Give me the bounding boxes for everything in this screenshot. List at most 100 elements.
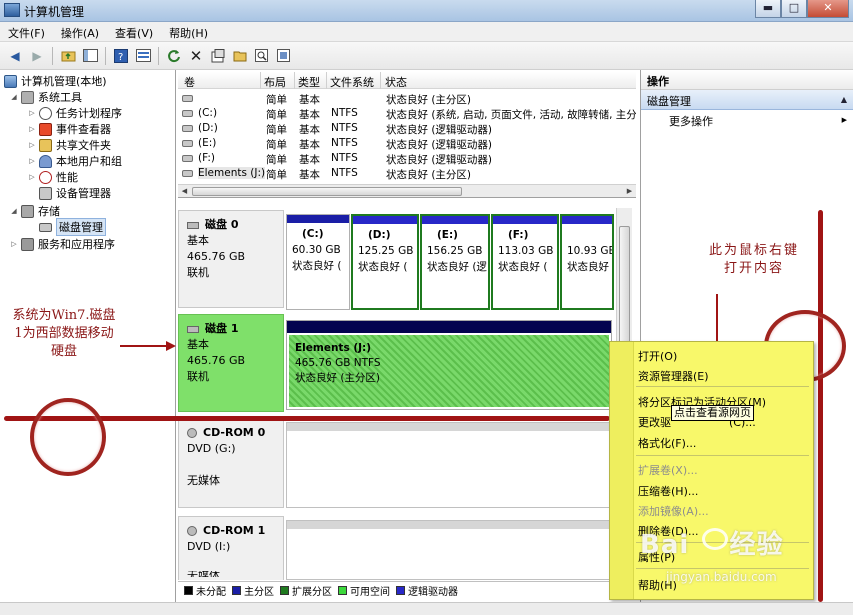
volume-list-header: 卷 布局 类型 文件系统 状态 <box>178 72 636 89</box>
table-row[interactable]: (F:) 简单 基本 NTFS 状态良好 (逻辑驱动器) <box>178 151 636 166</box>
disk-name: CD-ROM 1 <box>187 523 275 539</box>
tree-item-services[interactable]: ▷ 服务和应用程序 <box>10 236 115 252</box>
menu-item-format[interactable]: 格式化(F)... <box>638 435 696 451</box>
scroll-left-icon[interactable]: ◀ <box>178 185 191 198</box>
menu-file[interactable]: 文件(F) <box>0 22 53 41</box>
partition-status: 状态良好 ( <box>358 261 408 273</box>
delete-icon[interactable]: ✕ <box>187 47 205 65</box>
column-divider[interactable] <box>380 72 381 89</box>
menu-item-add-mirror[interactable]: 添加镜像(A)... <box>638 503 709 519</box>
expand-icon[interactable]: ▷ <box>28 109 36 117</box>
expand-icon[interactable]: ▷ <box>28 141 36 149</box>
partition-size: 60.30 GB <box>292 244 341 256</box>
tree-item-performance[interactable]: ▷ 性能 <box>28 169 78 185</box>
horizontal-scrollbar[interactable]: ◀ ▶ <box>178 184 636 197</box>
table-row[interactable]: (E:) 简单 基本 NTFS 状态良好 (逻辑驱动器) <box>178 136 636 151</box>
tree-item-system-tools[interactable]: ◢ 系统工具 <box>10 89 82 105</box>
close-button[interactable]: ✕ <box>807 0 849 18</box>
cdrom-0-volume[interactable] <box>286 422 612 508</box>
menu-item-extend[interactable]: 扩展卷(X)... <box>638 462 698 478</box>
menu-help[interactable]: 帮助(H) <box>161 22 216 41</box>
expand-icon[interactable]: ▷ <box>28 173 36 181</box>
export-icon[interactable] <box>275 47 293 65</box>
tree-item-event-viewer[interactable]: ▷ 事件查看器 <box>28 121 111 137</box>
actions-section-disk-management[interactable]: 磁盘管理 ▲ <box>641 90 853 110</box>
tree-item-label: 设备管理器 <box>56 187 111 200</box>
expand-icon[interactable]: ▷ <box>28 157 36 165</box>
disk-map: 磁盘 0 基本 465.76 GB 联机 (C:) 60.30 GB 状态良好 … <box>178 200 636 602</box>
disk-icon <box>187 325 199 333</box>
table-row[interactable]: (C:) 简单 基本 NTFS 状态良好 (系统, 启动, 页面文件, 活动, … <box>178 106 636 121</box>
column-divider[interactable] <box>294 72 295 89</box>
collapse-icon[interactable]: ◢ <box>10 207 18 215</box>
tree-item-device-manager[interactable]: 设备管理器 <box>39 185 111 201</box>
menu-action[interactable]: 操作(A) <box>53 22 107 41</box>
disk-0-label[interactable]: 磁盘 0 基本 465.76 GB 联机 <box>178 210 284 308</box>
column-header-volume[interactable]: 卷 <box>184 74 195 90</box>
tree-item-storage[interactable]: ◢ 存储 <box>10 203 60 219</box>
properties-icon[interactable] <box>134 47 152 65</box>
properties-sheet-icon[interactable] <box>209 47 227 65</box>
table-row[interactable]: 简单 基本 状态良好 (主分区) <box>178 91 636 106</box>
menu-item-explore[interactable]: 资源管理器(E) <box>638 368 709 384</box>
tree-item-shared-folders[interactable]: ▷ 共享文件夹 <box>28 137 111 153</box>
annotation-right: 此为鼠标右键打开内容 <box>708 243 799 276</box>
collapse-up-icon[interactable]: ▲ <box>841 95 847 104</box>
volume-fs: NTFS <box>331 167 358 179</box>
partition-f[interactable]: (F:) 113.03 GB 状态良好 ( <box>491 214 559 310</box>
table-row[interactable]: Elements (J:) 简单 基本 NTFS 状态良好 (主分区) <box>178 166 636 181</box>
table-row[interactable]: (D:) 简单 基本 NTFS 状态良好 (逻辑驱动器) <box>178 121 636 136</box>
tree-item-root[interactable]: 计算机管理(本地) <box>4 73 107 89</box>
collapse-icon[interactable]: ◢ <box>10 93 18 101</box>
back-icon[interactable]: ◀ <box>6 47 24 65</box>
tree-item-task-scheduler[interactable]: ▷ 任务计划程序 <box>28 105 122 121</box>
tree-item-disk-management[interactable]: 磁盘管理 <box>39 218 106 236</box>
refresh-icon[interactable] <box>165 47 183 65</box>
volume-fs: NTFS <box>331 137 358 149</box>
more-actions[interactable]: 更多操作 ▶ <box>641 110 853 130</box>
partition-c[interactable]: (C:) 60.30 GB 状态良好 ( <box>286 214 350 310</box>
disk-size: 465.76 GB <box>187 250 246 263</box>
cdrom-1-volume[interactable] <box>286 520 612 580</box>
disk-1-label[interactable]: 磁盘 1 基本 465.76 GB 联机 <box>178 314 284 412</box>
up-folder-icon[interactable] <box>59 47 77 65</box>
more-actions-label: 更多操作 <box>669 115 713 128</box>
svg-text:?: ? <box>118 52 123 63</box>
partition-d[interactable]: (D:) 125.25 GB 状态良好 ( <box>351 214 419 310</box>
partition-letter: (D:) <box>368 229 391 241</box>
help-icon[interactable]: ? <box>112 47 130 65</box>
scrollbar-thumb[interactable] <box>192 187 462 196</box>
show-hide-tree-icon[interactable] <box>81 47 99 65</box>
legend: 未分配 主分区 扩展分区 可用空间 逻辑驱动器 <box>178 581 636 599</box>
cdrom-0-label[interactable]: CD-ROM 0 DVD (G:) 无媒体 <box>178 418 284 508</box>
partition-elements-j[interactable]: Elements (J:) 465.76 GB NTFS 状态良好 (主分区) <box>286 320 612 410</box>
partition-e[interactable]: (E:) 156.25 GB 状态良好 (逻 <box>420 214 490 310</box>
tree-item-local-users[interactable]: ▷ 本地用户和组 <box>28 153 122 169</box>
menu-item-shrink[interactable]: 压缩卷(H)... <box>638 483 698 499</box>
expand-icon[interactable]: ▷ <box>28 125 36 133</box>
legend-swatch <box>184 586 193 595</box>
volume-type: 基本 <box>299 139 320 151</box>
maximize-button[interactable]: □ <box>781 0 807 18</box>
column-header-status[interactable]: 状态 <box>385 74 407 90</box>
media-state: 无媒体 <box>187 571 275 577</box>
forward-icon[interactable]: ▶ <box>28 47 46 65</box>
scroll-right-icon[interactable]: ▶ <box>623 185 636 198</box>
column-header-layout[interactable]: 布局 <box>264 74 286 90</box>
window-title: 计算机管理 <box>24 5 85 19</box>
minimize-button[interactable]: ▬ <box>755 0 781 18</box>
column-header-type[interactable]: 类型 <box>298 74 320 90</box>
cdrom-1-label[interactable]: CD-ROM 1 DVD (I:) 无媒体 <box>178 516 284 580</box>
expand-icon[interactable]: ▷ <box>10 240 18 248</box>
disk-name: 磁盘 0 <box>187 217 275 233</box>
volume-icon <box>182 170 193 177</box>
menu-view[interactable]: 查看(V) <box>107 22 161 41</box>
menu-item-open[interactable]: 打开(O) <box>638 348 677 364</box>
search-icon[interactable] <box>253 47 271 65</box>
column-divider[interactable] <box>260 72 261 89</box>
partition-unnamed[interactable]: 10.93 GB 状态良好 ( <box>560 214 614 310</box>
column-divider[interactable] <box>326 72 327 89</box>
open-folder-icon[interactable] <box>231 47 249 65</box>
tree-item-label: 磁盘管理 <box>56 218 106 236</box>
column-header-filesystem[interactable]: 文件系统 <box>330 74 374 90</box>
